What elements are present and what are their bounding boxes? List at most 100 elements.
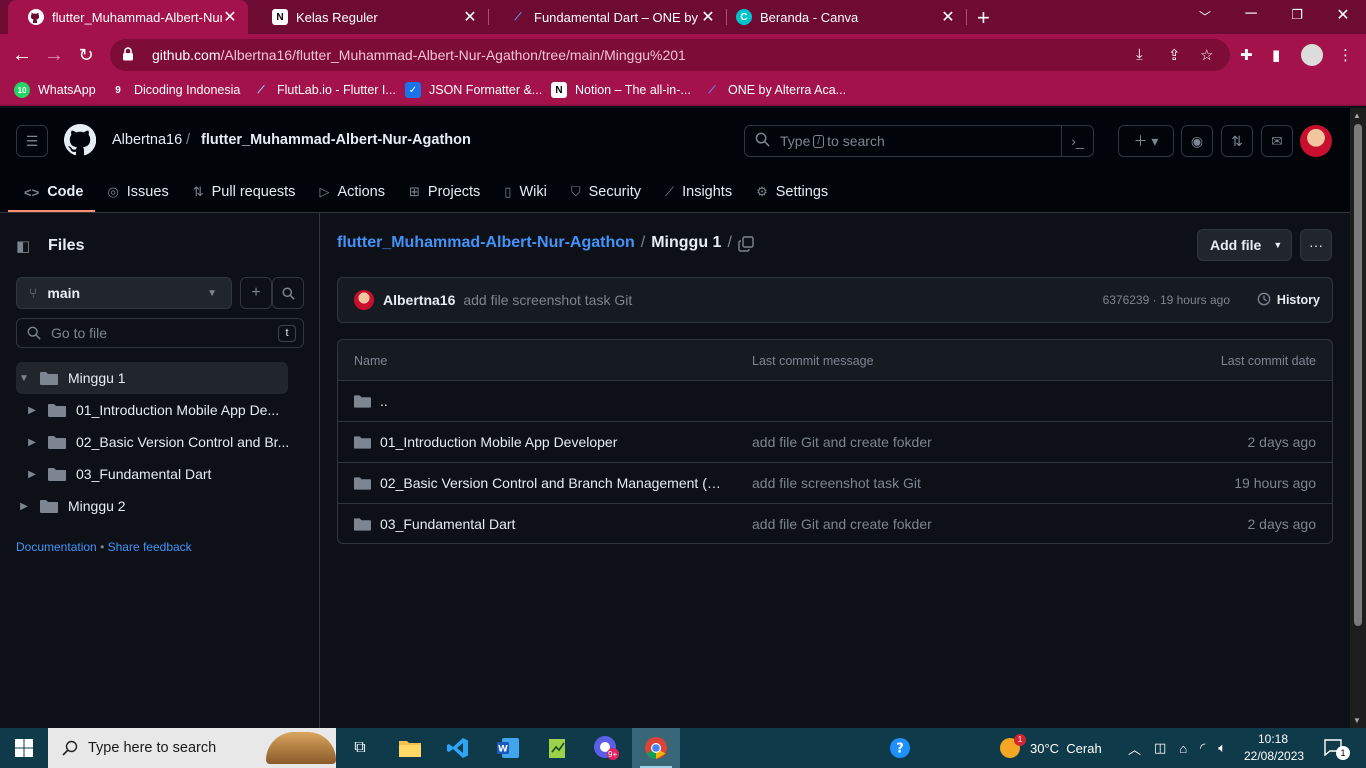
github-logo-icon[interactable] — [63, 123, 97, 161]
add-file-icon[interactable]: + — [240, 277, 272, 309]
folder-name-link[interactable]: 01_Introduction Mobile App Developer — [380, 434, 725, 450]
tab-security[interactable]: ⛉ Security — [559, 172, 653, 212]
tree-item-01-introduction[interactable]: ▶ 01_Introduction Mobile App De... — [16, 394, 288, 426]
copy-path-icon[interactable] — [738, 236, 754, 255]
install-app-icon[interactable]: ⤓ — [1136, 46, 1143, 63]
search-files-icon[interactable] — [272, 277, 304, 309]
meet-now-icon[interactable]: ◫ — [1154, 740, 1166, 756]
task-view-icon[interactable]: ⧉ — [336, 728, 384, 768]
hamburger-menu-icon[interactable]: ☰ — [16, 125, 48, 157]
tree-item-02-basic-version-control[interactable]: ▶ 02_Basic Version Control and Br... — [16, 426, 288, 458]
chat-app-icon[interactable]: 9+ — [582, 728, 630, 768]
close-icon[interactable]: ✕ — [222, 7, 238, 27]
close-icon[interactable]: ✕ — [462, 7, 478, 27]
browser-menu-icon[interactable]: ⋮ — [1338, 46, 1353, 64]
network-plug-icon[interactable]: ⌂ — [1179, 741, 1187, 756]
extensions-puzzle-icon[interactable]: ✚ — [1240, 46, 1253, 64]
tab-canva[interactable]: C Beranda - Canva ✕ — [716, 0, 966, 34]
commit-author-link[interactable]: Albertna16 — [383, 292, 455, 308]
share-icon[interactable]: ⇪ — [1168, 46, 1181, 64]
chevron-up-icon[interactable]: ︿ — [1128, 739, 1141, 758]
tab-insights[interactable]: ⟋ Insights — [653, 172, 744, 212]
author-avatar[interactable] — [354, 290, 374, 310]
volume-icon[interactable]: 🔈︎ — [1218, 740, 1226, 756]
tab-code[interactable]: <> Code — [0, 172, 96, 212]
go-to-file-input[interactable]: Go to file t — [16, 318, 304, 348]
scroll-up-icon[interactable]: ▲ — [1353, 111, 1361, 120]
collapse-sidebar-icon[interactable]: ◧ — [16, 235, 48, 257]
minimize-icon[interactable]: ─ — [1241, 5, 1261, 23]
search-input[interactable]: Type / to search ›_ — [744, 125, 1094, 157]
issues-icon[interactable]: ◉ — [1181, 125, 1213, 157]
bookmark-flutlab[interactable]: ⟋ FlutLab.io - Flutter I... — [253, 82, 396, 98]
bookmark-json-formatter[interactable]: ✓ JSON Formatter &... — [405, 82, 542, 98]
side-panel-icon[interactable]: ▮ — [1272, 46, 1280, 64]
documentation-link[interactable]: Documentation — [16, 540, 97, 554]
tab-actions[interactable]: ▷ Actions — [307, 172, 397, 212]
create-new-button[interactable]: ＋ ▾ — [1118, 125, 1174, 157]
parent-directory-link[interactable]: .. — [380, 393, 725, 409]
history-button[interactable]: History — [1257, 292, 1320, 309]
page-scrollbar[interactable]: ▲ ▼ — [1350, 108, 1366, 728]
owner-link[interactable]: Albertna16 — [112, 132, 182, 148]
more-options-button[interactable]: ··· — [1300, 229, 1332, 261]
forward-arrow-icon[interactable]: → — [42, 43, 66, 67]
taskbar-clock[interactable]: 10:18 22/08/2023 — [1244, 731, 1304, 765]
parent-directory-row[interactable]: .. — [338, 381, 1332, 422]
tab-github[interactable]: flutter_Muhammad-Albert-Nur-Agathon ✕ — [8, 0, 248, 34]
folder-name-link[interactable]: 02_Basic Version Control and Branch Mana… — [380, 475, 725, 491]
tab-pull-requests[interactable]: ⇅ Pull requests — [181, 172, 308, 212]
notification-center-icon[interactable]: 1 — [1324, 728, 1350, 768]
weather-widget[interactable]: 1 30°C Cerah — [1000, 728, 1102, 768]
table-row[interactable]: 03_Fundamental Dart add file Git and cre… — [338, 504, 1332, 543]
tab-issues[interactable]: ◎ Issues — [95, 172, 180, 212]
branch-selector[interactable]: ⑂ main ▼ — [16, 277, 232, 309]
close-icon[interactable]: ✕ — [700, 7, 716, 27]
commit-message-link[interactable]: add file screenshot task Git — [463, 292, 632, 308]
bookmark-whatsapp[interactable]: 10 WhatsApp — [14, 82, 96, 98]
taskbar-search-input[interactable]: Type here to search — [48, 728, 336, 768]
share-feedback-link[interactable]: Share feedback — [108, 540, 192, 554]
table-row[interactable]: 02_Basic Version Control and Branch Mana… — [338, 463, 1332, 504]
tree-item-minggu-2[interactable]: ▶ Minggu 2 — [16, 490, 288, 522]
notepad-icon[interactable] — [534, 728, 582, 768]
add-file-button[interactable]: Add file ▼ — [1197, 229, 1292, 261]
folder-name-link[interactable]: 03_Fundamental Dart — [380, 516, 725, 532]
commit-message-link[interactable]: add file Git and create fokder — [752, 434, 932, 450]
wifi-icon[interactable]: ◜ — [1200, 740, 1205, 756]
commit-sha-time[interactable]: 6376239 · 19 hours ago — [1103, 293, 1230, 307]
file-explorer-icon[interactable] — [386, 728, 434, 768]
command-palette-icon[interactable]: ›_ — [1061, 126, 1093, 156]
tab-projects[interactable]: ⊞ Projects — [397, 172, 492, 212]
tab-wiki[interactable]: ▯ Wiki — [492, 172, 559, 212]
scroll-down-icon[interactable]: ▼ — [1353, 716, 1361, 725]
new-tab-button[interactable]: + — [977, 5, 990, 31]
commit-message-link[interactable]: add file screenshot task Git — [752, 475, 921, 491]
tab-search-chevron-icon[interactable]: ﹀ — [1195, 8, 1215, 25]
profile-avatar[interactable] — [1301, 44, 1323, 66]
reload-icon[interactable]: ↻ — [74, 43, 98, 67]
windows-start-icon[interactable] — [0, 728, 48, 768]
chrome-icon[interactable] — [632, 728, 680, 768]
help-icon[interactable]: ? — [876, 728, 924, 768]
table-row[interactable]: 01_Introduction Mobile App Developer add… — [338, 422, 1332, 463]
pull-requests-icon[interactable]: ⇅ — [1221, 125, 1253, 157]
inbox-icon[interactable]: ✉ — [1261, 125, 1293, 157]
bookmark-dicoding[interactable]: 9 Dicoding Indonesia — [110, 82, 240, 98]
bookmark-star-icon[interactable]: ☆ — [1200, 46, 1213, 64]
repo-link[interactable]: flutter_Muhammad-Albert-Nur-Agathon — [201, 132, 471, 148]
word-icon[interactable]: W — [484, 728, 532, 768]
restore-icon[interactable]: ❐ — [1287, 7, 1307, 23]
tab-fundamental-dart[interactable]: ⟋ Fundamental Dart – ONE by Alterra ✕ — [490, 0, 726, 34]
scrollbar-thumb[interactable] — [1354, 124, 1362, 626]
breadcrumb-repo-link[interactable]: flutter_Muhammad-Albert-Nur-Agathon — [337, 234, 635, 252]
close-icon[interactable]: ✕ — [940, 7, 956, 27]
tree-item-minggu-1[interactable]: ▼ Minggu 1 — [16, 362, 288, 394]
tab-settings[interactable]: ⚙ Settings — [744, 172, 840, 212]
bookmark-notion[interactable]: N Notion – The all-in-... — [551, 82, 691, 98]
bookmark-alterra[interactable]: ⟋ ONE by Alterra Aca... — [704, 82, 847, 98]
window-close-icon[interactable]: ✕ — [1333, 5, 1353, 25]
tab-kelas-reguler[interactable]: N Kelas Reguler ✕ — [252, 0, 488, 34]
user-avatar[interactable] — [1300, 125, 1332, 157]
vscode-icon[interactable] — [434, 728, 482, 768]
